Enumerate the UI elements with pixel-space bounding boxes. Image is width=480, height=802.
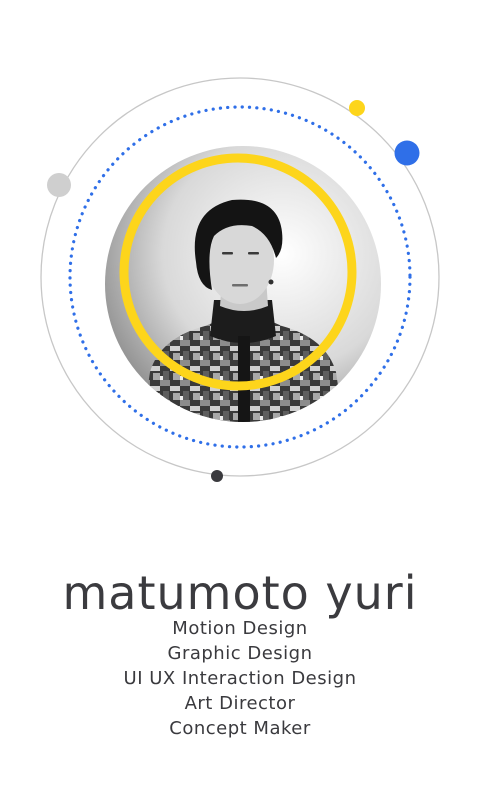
blue-orbit-dot bbox=[394, 140, 420, 166]
profile-hero bbox=[0, 0, 480, 500]
role-item: Motion Design bbox=[172, 618, 308, 639]
dark-orbit-dot bbox=[211, 470, 223, 482]
roles-list: Motion Design Graphic Design UI UX Inter… bbox=[0, 616, 480, 741]
yellow-orbit-dot bbox=[349, 100, 365, 116]
gray-orbit-dot bbox=[47, 173, 71, 197]
role-item: UI UX Interaction Design bbox=[123, 668, 357, 689]
orbit-graphic bbox=[40, 77, 440, 482]
role-item: Concept Maker bbox=[169, 718, 311, 739]
role-item: Graphic Design bbox=[167, 643, 313, 664]
role-item: Art Director bbox=[184, 693, 296, 714]
